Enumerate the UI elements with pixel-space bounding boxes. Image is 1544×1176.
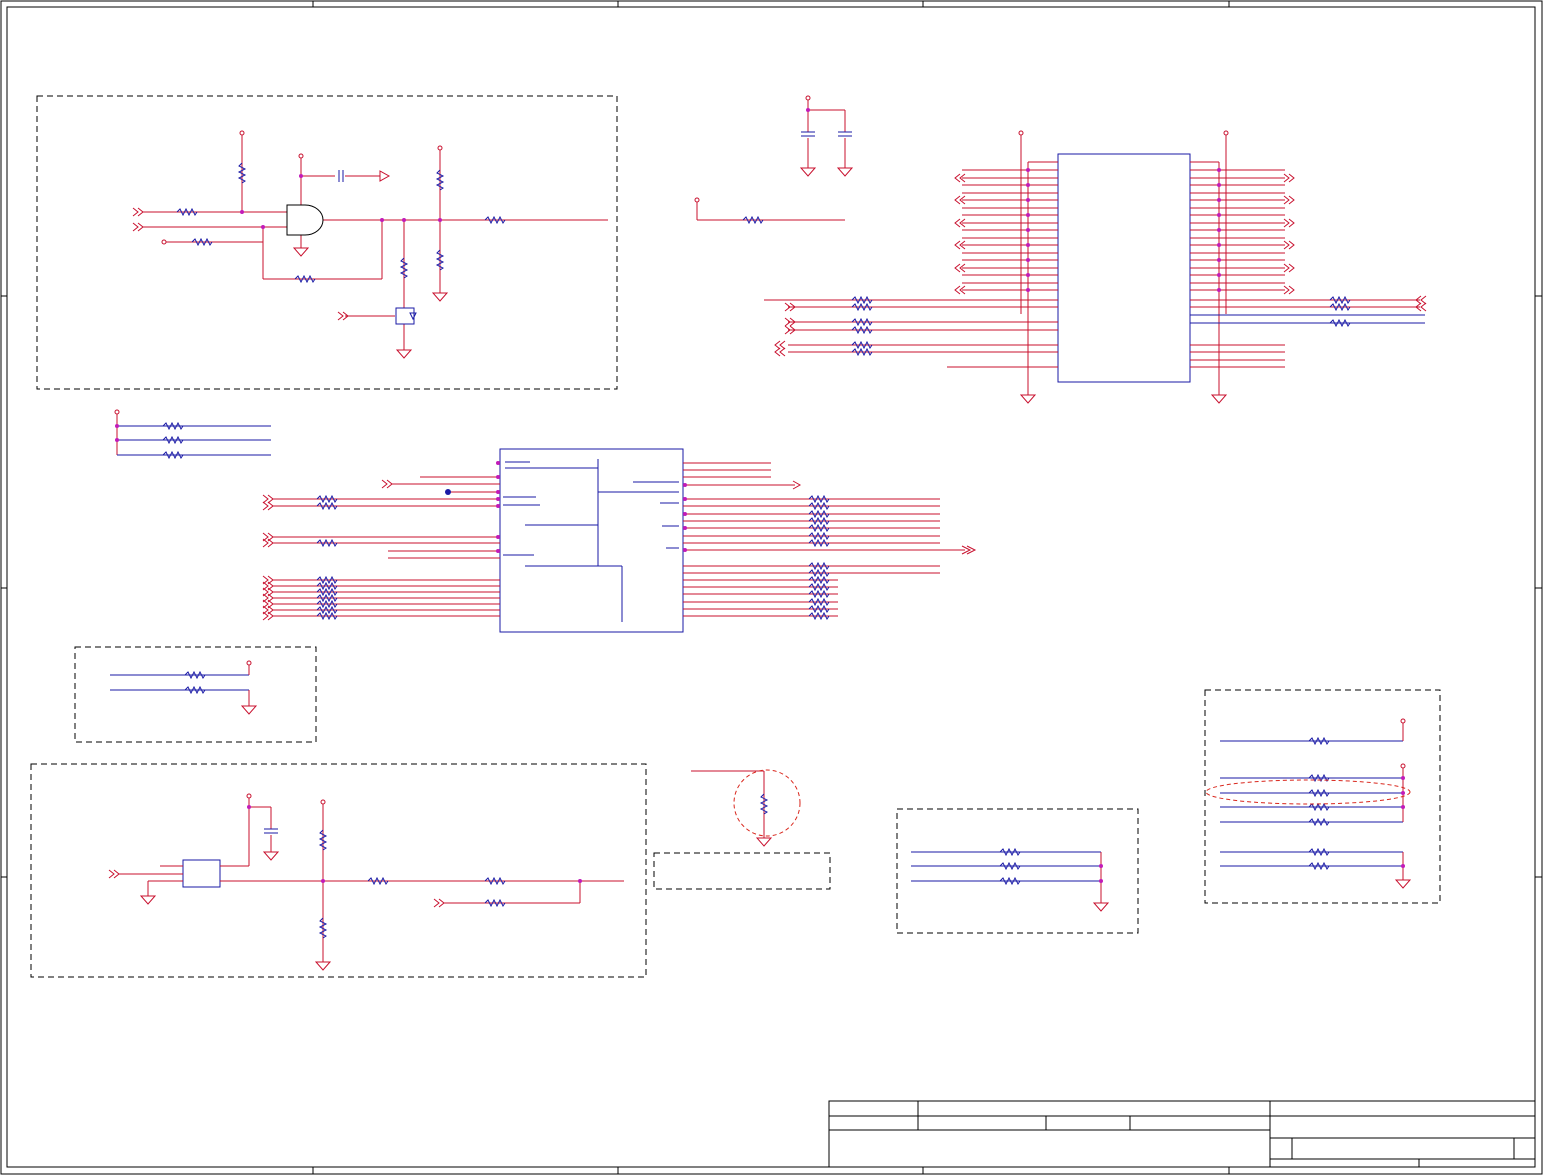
junction (1026, 273, 1030, 277)
resistor-pack-left (114, 409, 271, 459)
junction (1217, 183, 1221, 187)
junction (1026, 168, 1030, 172)
strap-resistor-block (74, 646, 317, 743)
ic-right-port (1283, 195, 1295, 205)
junction (1026, 198, 1030, 202)
config-strap-block-b (1204, 689, 1441, 904)
ic-right-port (1283, 240, 1295, 250)
junction (1026, 183, 1030, 187)
optional-pulldown (653, 769, 831, 890)
bus-port (262, 611, 274, 621)
junction (1217, 168, 1221, 172)
and-gate (286, 204, 324, 236)
junction (1217, 228, 1221, 232)
ic-right-port (1283, 218, 1295, 228)
ic-right-port (1283, 263, 1295, 273)
junction (1026, 213, 1030, 217)
reset-logic-block (36, 95, 618, 390)
junction (1217, 288, 1221, 292)
ic-right-port (1283, 285, 1295, 295)
ic-right-port (1283, 173, 1295, 183)
buffer-ic (764, 130, 1427, 404)
junction (1217, 273, 1221, 277)
junction (1217, 198, 1221, 202)
decoupling-capacitors (800, 95, 853, 177)
junction (1217, 258, 1221, 262)
junction (1217, 213, 1221, 217)
config-strap-block-a (896, 808, 1139, 934)
junction (1217, 243, 1221, 247)
junction (1026, 288, 1030, 292)
main-controller-ic (262, 448, 977, 633)
pullup-resistor (694, 197, 845, 224)
junction (1026, 258, 1030, 262)
regulator-block (30, 763, 647, 978)
junction (1026, 243, 1030, 247)
schematic-sheet (0, 0, 1543, 1175)
title-block (828, 1100, 1536, 1168)
junction (1026, 228, 1030, 232)
